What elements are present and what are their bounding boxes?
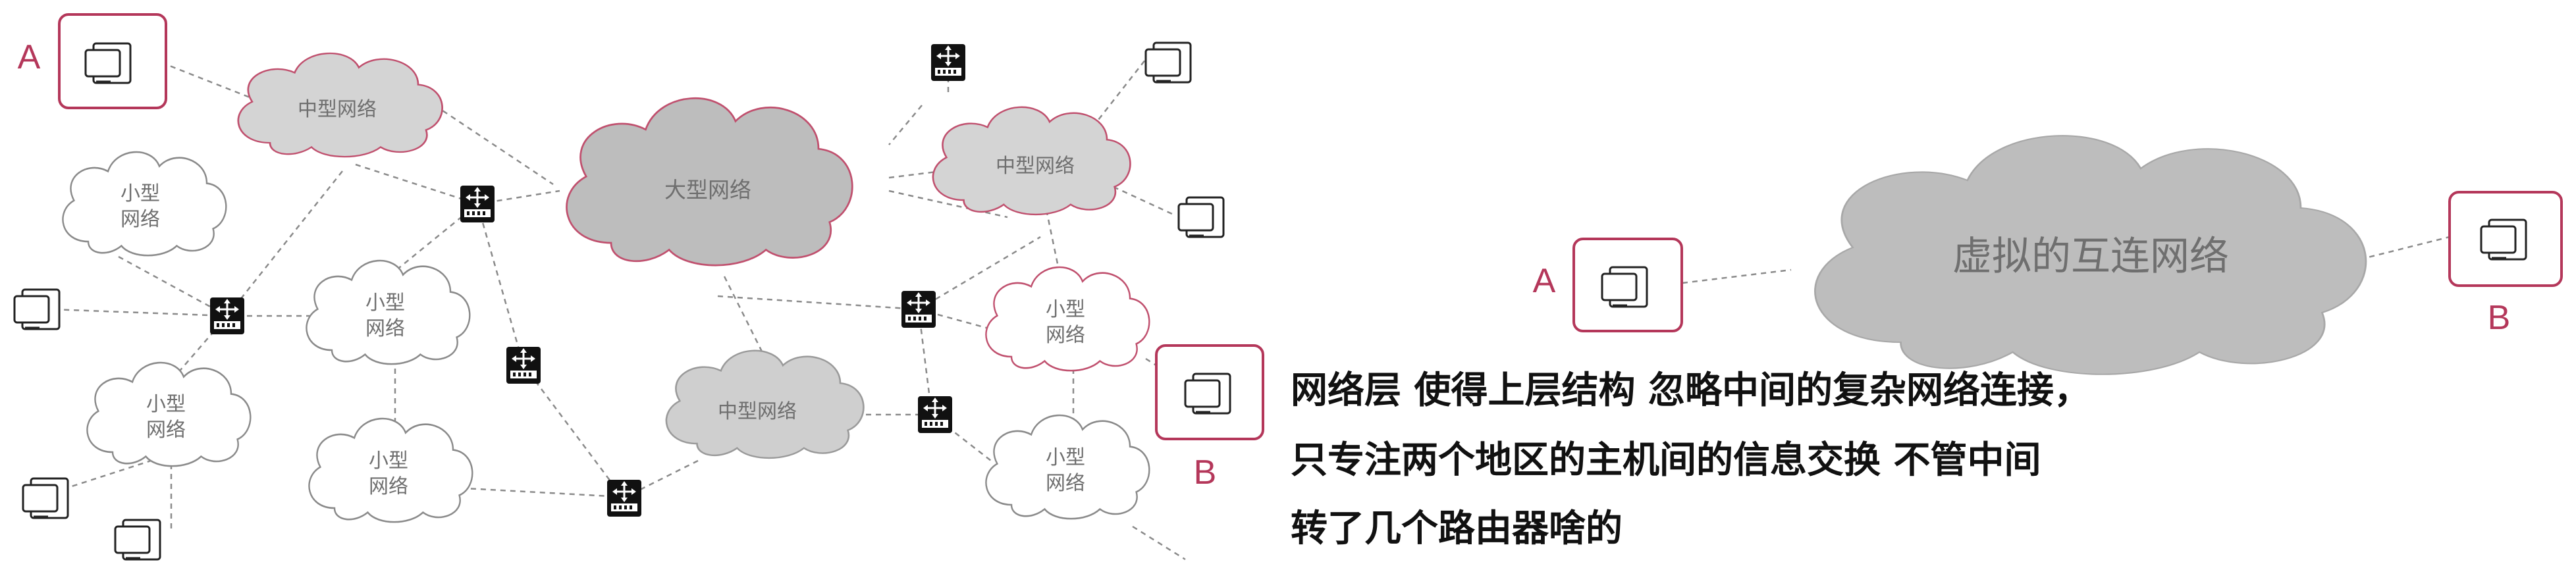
cloud-small-5: 小型网络 [985,266,1150,372]
computer-icon [1144,41,1192,84]
network-diagram-canvas: 大型网络 中型网络 中型网络 中型网络 小型网络 小型网络 小型网络 小型网络 [13,13,2563,561]
host-b-right-label: B [2488,299,2511,337]
host-b: B [1155,344,1264,492]
host-a: A [18,13,167,109]
host-a-right: A [1533,238,1683,332]
cloud-small-4: 小型网络 [308,417,473,523]
caption-line-2: 只专注两个地区的主机间的信息交换 不管中间 [1291,439,2041,482]
router-icon [606,478,643,518]
computer-icon [84,42,132,84]
cloud-large-label: 大型网络 [664,177,751,203]
cloud-medium-top-left-label: 中型网络 [298,98,377,121]
computer-icon [1177,196,1225,238]
host-b-label: B [1194,453,1217,492]
router-icon [209,296,246,336]
cloud-small-1: 小型网络 [62,151,227,257]
cloud-medium-top-right: 中型网络 [932,106,1131,216]
computer-icon [1184,373,1231,415]
computer-icon [22,477,69,519]
cloud-small-6: 小型网络 [985,414,1150,520]
host-b-right: B [2448,191,2563,337]
router-icon [917,395,953,434]
router-icon [900,290,937,329]
computer-icon [114,519,161,561]
cloud-medium-top-left: 中型网络 [237,52,443,158]
router-icon [459,184,496,224]
cloud-medium-bottom: 中型网络 [665,349,865,459]
computer-icon [13,288,61,330]
left-diagram: 大型网络 中型网络 中型网络 中型网络 小型网络 小型网络 小型网络 小型网络 [13,13,1264,561]
cloud-medium-bottom-label: 中型网络 [718,400,797,423]
right-diagram: 虚拟的互连网络 A B [1533,136,2563,374]
router-icon [505,346,542,385]
cloud-small-3: 小型网络 [86,361,252,467]
caption-line-1: 网络层 使得上层结构 忽略中间的复杂网络连接， [1291,369,2091,412]
computer-icon [2480,219,2527,261]
virtual-network-cloud: 虚拟的互连网络 [1815,136,2365,374]
cloud-medium-top-right-label: 中型网络 [996,155,1075,178]
caption-line-3: 转了几个路由器啥的 [1291,507,1623,550]
router-icon [930,43,967,82]
cloud-small-2: 小型网络 [306,259,471,365]
cloud-large: 大型网络 [566,97,853,267]
virtual-network-label: 虚拟的互连网络 [1952,234,2229,280]
computer-icon [1601,266,1648,308]
host-a-right-label: A [1533,262,1556,300]
host-a-label: A [18,38,41,76]
